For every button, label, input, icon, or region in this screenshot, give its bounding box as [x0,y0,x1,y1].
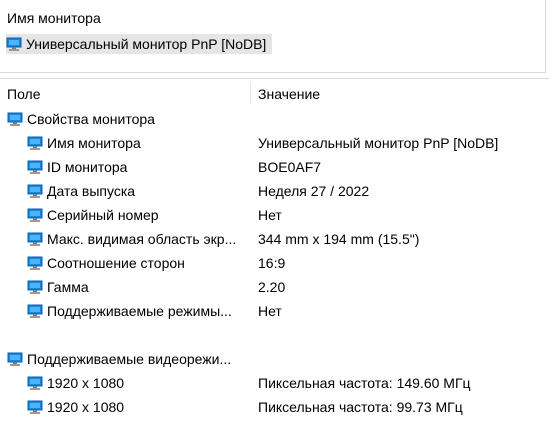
monitor-icon [27,207,43,223]
monitor-icon [27,135,43,151]
monitor-icon [27,183,43,199]
device-list-item-selected[interactable]: Универсальный монитор PnP [NoDB] [6,34,273,54]
monitor-icon [27,255,43,271]
row-value: Пиксельная частота: 149.60 МГц [258,375,471,391]
monitor-icon [27,375,43,391]
row-field-label: Поддерживаемые режимы... [47,303,232,319]
group-label: Поддерживаемые видеорежи... [27,351,232,367]
row-value: Нет [258,303,282,319]
monitor-icon [27,159,43,175]
row-field-label: Гамма [47,279,89,295]
row-value: Нет [258,207,282,223]
table-row[interactable]: Дата выпуска Неделя 27 / 2022 [0,179,549,203]
row-value: Пиксельная частота: 99.73 МГц [258,399,463,415]
monitor-icon [27,279,43,295]
monitor-icon [27,399,43,415]
device-list-header: Имя монитора [7,10,101,26]
column-header-value[interactable]: Значение [258,79,538,107]
row-value: 16:9 [258,255,286,271]
table-row[interactable]: ID монитора BOE0AF7 [0,155,549,179]
table-row[interactable]: 1920 x 1080 Пиксельная частота: 149.60 М… [0,371,549,395]
row-field-label: 1920 x 1080 [47,375,125,391]
monitor-icon [7,111,23,127]
monitor-icon [27,231,43,247]
row-field-label: 1920 x 1080 [47,399,125,415]
row-value: Неделя 27 / 2022 [258,183,370,199]
row-value: BOE0AF7 [258,159,322,175]
details-list-panel: Поле Значение Свойства монитора Имя мони… [0,78,549,431]
table-row[interactable]: 1920 x 1080 Пиксельная частота: 99.73 МГ… [0,395,549,419]
table-row[interactable]: Серийный номер Нет [0,203,549,227]
monitor-icon [7,351,23,367]
group-label: Свойства монитора [27,111,155,127]
monitor-icon [27,303,43,319]
table-row[interactable]: Гамма 2.20 [0,275,549,299]
table-row[interactable]: Поддерживаемые режимы... Нет [0,299,549,323]
monitor-icon [6,36,22,52]
table-row[interactable]: Имя монитора Универсальный монитор PnP [… [0,131,549,155]
column-divider[interactable] [250,82,251,104]
table-row[interactable]: Макс. видимая область экр... 344 mm x 19… [0,227,549,251]
table-row[interactable]: Соотношение сторон 16:9 [0,251,549,275]
row-value: Универсальный монитор PnP [NoDB] [258,135,499,151]
row-value: 344 mm x 194 mm (15.5") [258,231,420,247]
row-field-label: Серийный номер [47,207,159,223]
row-field-label: Макс. видимая область экр... [47,231,237,247]
column-header-field[interactable]: Поле [7,79,247,107]
device-list-item-label: Универсальный монитор PnP [NoDB] [26,36,267,52]
row-field-label: Дата выпуска [47,183,136,199]
row-field-label: Соотношение сторон [47,255,185,271]
row-field-label: Имя монитора [47,135,141,151]
aida-monitor-window: Имя монитора Универсальный монитор PnP [… [0,0,549,431]
group-video-modes[interactable]: Поддерживаемые видеорежи... [0,347,549,371]
group-monitor-properties[interactable]: Свойства монитора [0,107,549,131]
device-list-panel: Имя монитора Универсальный монитор PnP [… [0,0,546,73]
row-value: 2.20 [258,279,286,295]
details-column-header: Поле Значение [0,79,549,107]
row-field-label: ID монитора [47,159,128,175]
